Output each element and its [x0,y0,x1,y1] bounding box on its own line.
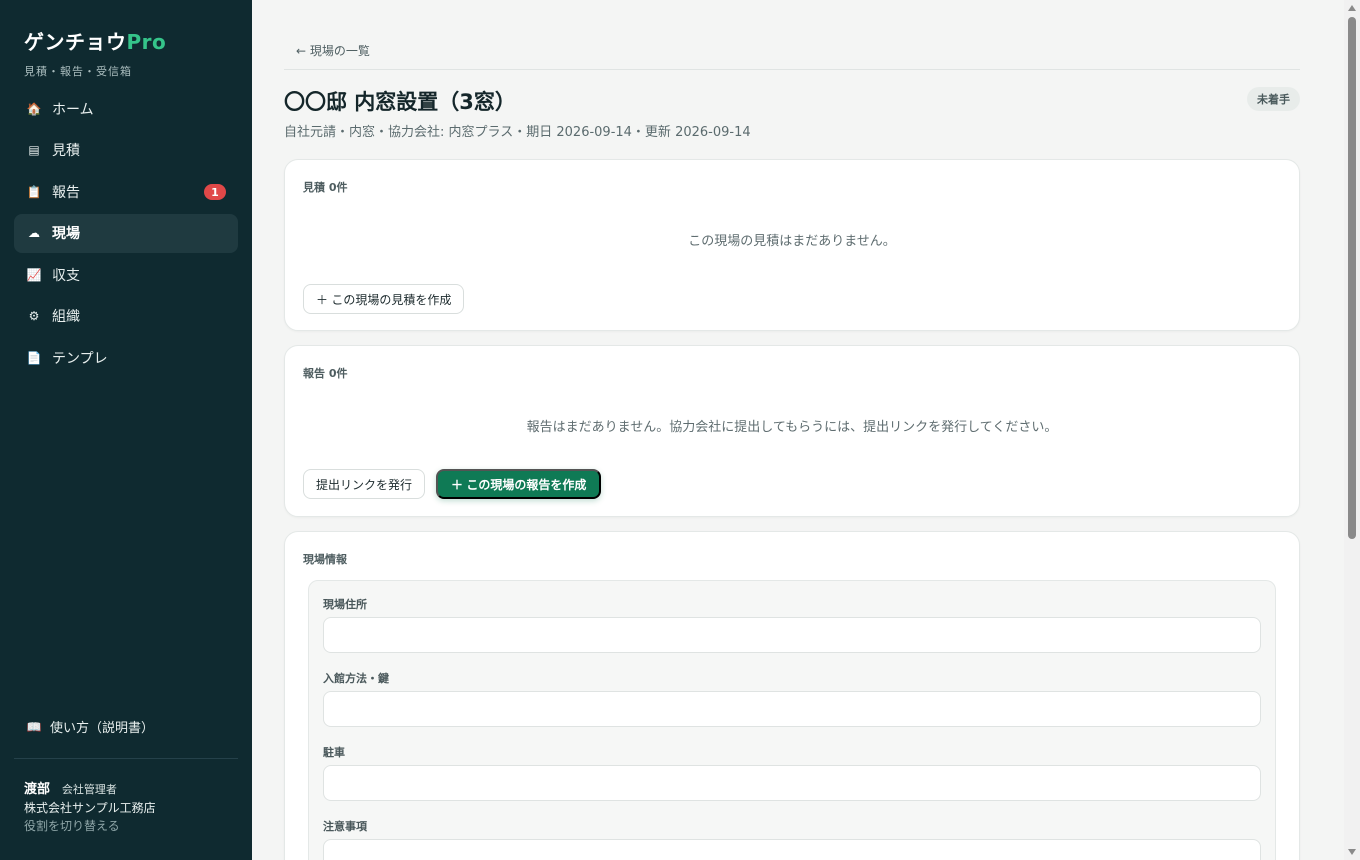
sidebar-nav: 🏠 ホーム ▤ 見積 📋 報告 1 ☁ 現場 📈 収支 ⚙ 組織 📄 テンプレ [14,89,238,380]
brand-tagline: 見積・報告・受信箱 [24,65,132,78]
page-meta: 自社元請・内窓・協力会社: 内窓プラス・期日 2026-09-14・更新 202… [284,125,751,140]
status-badge: 未着手 [1247,87,1300,111]
site-info-card: 現場情報 現場住所 入館方法・鍵 駐車 注意事項 [284,531,1300,860]
scroll-up-arrow-icon[interactable] [1348,5,1356,11]
user-company: 株式会社サンプル工務店 [24,801,156,815]
help-link[interactable]: 📖 使い方（説明書） [26,717,155,737]
brand-name[interactable]: ゲンチョウPro [24,26,166,55]
user-role: 会社管理者 [61,783,117,796]
main-content: ← 現場の一覧 〇〇邸 内窓設置（3窓） 未着手 自社元請・内窓・協力会社: 内… [252,0,1360,860]
reports-empty-message: 報告はまだありません。協力会社に提出してもらうには、提出リンクを発行してください… [526,420,1058,435]
brand: ゲンチョウPro 見積・報告・受信箱 [24,26,166,79]
sidebar-item-reports[interactable]: 📋 報告 1 [14,172,238,211]
access-key-label: 入館方法・鍵 [323,672,389,685]
sidebar-item-estimates[interactable]: ▤ 見積 [14,131,238,170]
issue-submission-link-button[interactable]: 提出リンクを発行 [303,469,426,499]
estimate-icon: ▤ [28,143,40,157]
sidebar-divider [14,758,238,759]
parking-label: 駐車 [323,746,345,759]
sidebar-item-label: 見積 [52,143,80,159]
house-icon: 🏠 [26,101,42,116]
sidebar-item-home[interactable]: 🏠 ホーム [14,89,238,128]
gear-icon: ⚙ [28,309,40,323]
address-input[interactable] [323,617,1261,653]
reports-card: 報告 0件 報告はまだありません。協力会社に提出してもらうには、提出リンクを発行… [284,345,1300,517]
sidebar-item-label: 現場 [52,226,80,242]
estimates-card: 見積 0件 この現場の見積はまだありません。 ＋ この現場の見積を作成 [284,159,1300,331]
create-estimate-button[interactable]: ＋ この現場の見積を作成 [303,284,465,314]
access-key-input[interactable] [323,691,1261,727]
sidebar-item-label: 組織 [52,309,80,325]
user-panel: 渡部 会社管理者 株式会社サンプル工務店 役割を切り替える [24,780,156,835]
sidebar-item-sites[interactable]: ☁ 現場 [14,213,238,253]
sidebar-item-organization[interactable]: ⚙ 組織 [14,297,238,336]
scrollbar-thumb[interactable] [1348,17,1356,539]
sidebar-item-templates[interactable]: 📄 テンプレ [14,338,238,377]
estimates-count-label: 見積 0件 [303,181,348,194]
brand-name-text: ゲンチョウ [24,30,127,54]
sidebar-item-label: テンプレ [52,350,108,367]
user-name: 渡部 [24,782,51,797]
vertical-scrollbar[interactable] [1344,0,1360,860]
notes-label: 注意事項 [323,820,367,833]
brand-suffix: Pro [126,30,167,54]
site-info-panel: 現場住所 入館方法・鍵 駐車 注意事項 [308,580,1276,860]
switch-role-link[interactable]: 役割を切り替える [24,817,156,835]
estimates-empty-message: この現場の見積はまだありません。 [688,234,896,249]
reports-count-label: 報告 0件 [303,367,348,380]
parking-input[interactable] [323,765,1261,801]
book-icon: 📖 [26,719,42,734]
sidebar-item-label: 収支 [52,267,80,284]
document-icon: 📄 [26,350,42,365]
scroll-down-arrow-icon[interactable] [1348,849,1356,855]
notes-input[interactable] [323,839,1261,860]
site-info-label: 現場情報 [303,553,347,566]
sidebar-item-label: ホーム [52,101,94,118]
create-report-button[interactable]: ＋ この現場の報告を作成 [436,469,602,499]
chart-icon: 📈 [26,267,42,282]
notification-badge: 1 [204,184,226,200]
site-icon: ☁ [28,226,40,240]
page-title: 〇〇邸 内窓設置（3窓） [284,90,516,114]
header-divider [284,69,1300,70]
report-icon: 📋 [26,184,42,199]
back-to-sites-link[interactable]: ← 現場の一覧 [296,42,370,59]
help-link-label: 使い方（説明書） [50,721,155,736]
sidebar: ゲンチョウPro 見積・報告・受信箱 🏠 ホーム ▤ 見積 📋 報告 1 ☁ 現… [0,0,252,860]
sidebar-item-finance[interactable]: 📈 収支 [14,255,238,294]
address-label: 現場住所 [323,598,367,611]
sidebar-item-label: 報告 [52,184,80,201]
